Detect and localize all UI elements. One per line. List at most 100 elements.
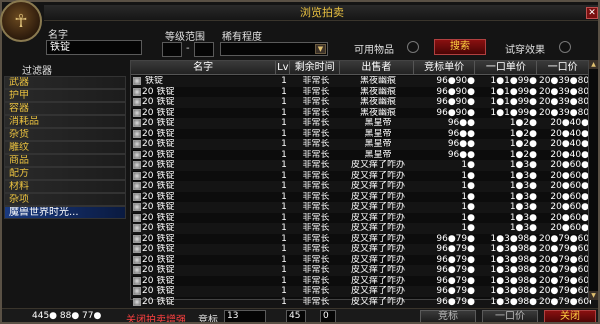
cell-seller: 黑夜幽痕 [359, 107, 396, 118]
cell-quantity: 20 [142, 139, 154, 150]
header-buyout[interactable]: 一口价 [537, 61, 589, 74]
cell-seller: 皮又痒了咋办 [350, 191, 405, 202]
cell-item-name: 铁锭 [156, 128, 175, 139]
table-header: 名字 Lv 剩余时间 出售者 竞标单价 一口单价 一口价 [131, 61, 589, 75]
header-buyout-unit[interactable]: 一口单价 [475, 61, 538, 74]
cell-time-left: 非常长 [302, 86, 330, 97]
header-time-left[interactable]: 剩余时间 [290, 61, 341, 74]
close-icon[interactable]: ✕ [586, 7, 598, 19]
bid-gold-input[interactable]: 13 [224, 310, 266, 322]
table-row[interactable]: 20 铁锭 1 非常长 皮又痒了咋办 1● 1●3● 20●60● [131, 202, 591, 213]
category-item[interactable]: 雕纹 [4, 141, 126, 154]
cell-buyout: 20●40● [550, 118, 589, 128]
buyout-button[interactable]: 一口价 [482, 310, 538, 322]
table-row[interactable]: 20铁锭 1 非常长 黑夜幽痕 96●90● 1●1●99●20●39●80● [131, 87, 591, 98]
cell-time-left: 非常长 [302, 139, 330, 149]
cell-seller: 皮又痒了咋办 [350, 160, 405, 170]
cell-name: 20 铁锭 [131, 202, 277, 213]
table-row[interactable]: 20 铁锭 1 非常长 皮又痒了咋办 1● 1●3● 20●60● [131, 160, 591, 171]
cell-level: 1 [281, 97, 287, 107]
table-row[interactable]: 20 铁锭 1 非常长 皮又痒了咋办 1● 1●3● 20●60● [131, 192, 591, 203]
level-max-input[interactable] [194, 42, 214, 57]
category-item[interactable]: 护甲 [4, 89, 126, 102]
cell-time-left: 非常长 [302, 296, 330, 307]
header-seller[interactable]: 出售者 [340, 61, 414, 74]
iron-bar-icon [133, 213, 141, 222]
cell-quantity: 20 [142, 212, 154, 223]
table-row[interactable]: 20铁锭 1 非常长 皮又痒了咋办 96●79● 1●3●98●20●79●60● [131, 265, 591, 276]
cell-level: 1 [281, 149, 287, 160]
cell-item-name: 铁锭 [156, 265, 175, 276]
category-item[interactable]: 商品 [4, 154, 126, 167]
category-item[interactable]: 杂货 [4, 128, 126, 141]
table-row[interactable]: 20铁锭 1 非常长 黑夜幽痕 96●90● 1●1●99●20●39●80● [131, 97, 591, 108]
auctioneer-portrait-icon: ☥ [0, 0, 42, 42]
close-button[interactable]: 关闭 [544, 310, 596, 322]
cell-buyout-unit: 1●3●98● [490, 244, 537, 254]
category-item[interactable]: 魔兽世界时光... [4, 206, 126, 219]
table-row[interactable]: 20 铁锭 1 非常长 黑皇帝 96●● 1●2● 20●40● [131, 129, 591, 140]
usable-checkbox[interactable] [407, 41, 419, 53]
cell-name: 20 铁锭 [131, 160, 277, 171]
search-button[interactable]: 搜索 [434, 39, 486, 55]
category-item[interactable]: 消耗品 [4, 115, 126, 128]
cell-bid-unit: 96●79● [436, 254, 475, 265]
rarity-dropdown[interactable]: ▼ [220, 42, 328, 56]
cell-buyout-unit: 1●3● [509, 181, 537, 191]
header-level[interactable]: Lv [276, 61, 291, 74]
table-row[interactable]: 20 铁锭 1 非常长 皮又痒了咋办 1● 1●3● 20●60● [131, 171, 591, 182]
cell-buyout: 20●60● [550, 160, 589, 170]
table-row[interactable]: 20 铁锭 1 非常长 黑皇帝 96●● 1●2● 20●40● [131, 139, 591, 150]
cell-level: 1 [281, 212, 287, 223]
table-row[interactable]: 20铁锭 1 非常长 黑夜幽痕 96●90● 1●1●99●20●39●80● [131, 108, 591, 119]
cell-seller: 皮又痒了咋办 [350, 181, 405, 191]
table-row[interactable]: 20 铁锭 1 非常长 皮又痒了咋办 1● 1●3● 20●60● [131, 181, 591, 192]
table-row[interactable]: 20铁锭 1 非常长 皮又痒了咋办 96●79● 1●3●98●20●79●60● [131, 297, 591, 308]
cell-buyout-unit: 1●3● [509, 202, 537, 212]
chevron-down-icon[interactable]: ▼ [315, 44, 326, 54]
wearable-checkbox[interactable] [559, 41, 571, 53]
category-item[interactable]: 容器 [4, 102, 126, 115]
scroll-down-icon[interactable]: ▼ [589, 291, 598, 300]
cell-bid-unit: 96●79● [436, 233, 475, 244]
cell-time-left: 非常长 [302, 191, 330, 202]
cell-quantity: 20 [142, 97, 154, 108]
cell-bid-unit: 1● [461, 223, 475, 233]
table-row[interactable]: 20铁锭 1 非常长 皮又痒了咋办 96●79● 1●3●98●20●79●60● [131, 244, 591, 255]
table-row[interactable]: 20铁锭 1 非常长 皮又痒了咋办 96●79● 1●3●98●20●79●60● [131, 255, 591, 266]
level-min-input[interactable] [162, 42, 182, 57]
table-row[interactable]: 20 铁锭 1 非常长 黑皇帝 96●● 1●2● 20●40● [131, 118, 591, 129]
category-item[interactable]: 武器 [4, 76, 126, 89]
cell-quantity: 20 [142, 254, 154, 265]
category-item[interactable]: 配方 [4, 167, 126, 180]
cell-name: 20 铁锭 [131, 97, 277, 108]
table-row[interactable]: 20铁锭 1 非常长 皮又痒了咋办 96●79● 1●3●98●20●79●60● [131, 276, 591, 287]
table-row[interactable]: 20铁锭 1 非常长 皮又痒了咋办 96●79● 1●3●98●20●79●60● [131, 286, 591, 297]
table-row[interactable]: 20 铁锭 1 非常长 皮又痒了咋办 1● 1●3● 20●60● [131, 213, 591, 224]
iron-bar-icon [133, 129, 141, 138]
scroll-up-icon[interactable]: ▲ [589, 60, 598, 69]
category-item[interactable]: 杂项 [4, 193, 126, 206]
cell-seller: 皮又痒了咋办 [350, 233, 405, 244]
cell-buyout: 20●60● [550, 191, 589, 202]
table-scrollbar[interactable]: ▲ ▼ [588, 60, 598, 300]
cell-buyout-unit: 1●3● [509, 212, 537, 223]
bid-silver-input[interactable]: 45 [286, 310, 306, 322]
header-name[interactable]: 名字 [131, 61, 277, 74]
cell-bid-unit: 1● [461, 160, 475, 170]
cell-item-name: 铁锭 [156, 86, 175, 97]
iron-bar-icon [133, 245, 141, 254]
usable-label: 可用物品 [354, 45, 394, 56]
table-row[interactable]: 20铁锭 1 非常长 皮又痒了咋办 96●79● 1●3●98●20●79●60● [131, 234, 591, 245]
category-item[interactable]: 材料 [4, 180, 126, 193]
table-row[interactable]: 铁锭 1 非常长 黑夜幽痕 96●90● 1●1●99●20●39●80● [131, 76, 591, 87]
bid-copper-input[interactable]: 0 [320, 310, 336, 322]
name-input[interactable]: 铁锭 [46, 40, 142, 55]
table-row[interactable]: 20 铁锭 1 非常长 黑皇帝 96●● 1●2● 20●40● [131, 150, 591, 161]
cell-name: 20 铁锭 [131, 118, 277, 129]
bid-button[interactable]: 竞标 [420, 310, 476, 322]
cell-item-name: 铁锭 [156, 97, 175, 108]
table-row[interactable]: 20 铁锭 1 非常长 皮又痒了咋办 1● 1●3● 20●60● [131, 223, 591, 234]
cell-buyout: 20●39●80● [539, 107, 591, 118]
header-bid-unit[interactable]: 竞标单价 [414, 61, 476, 74]
